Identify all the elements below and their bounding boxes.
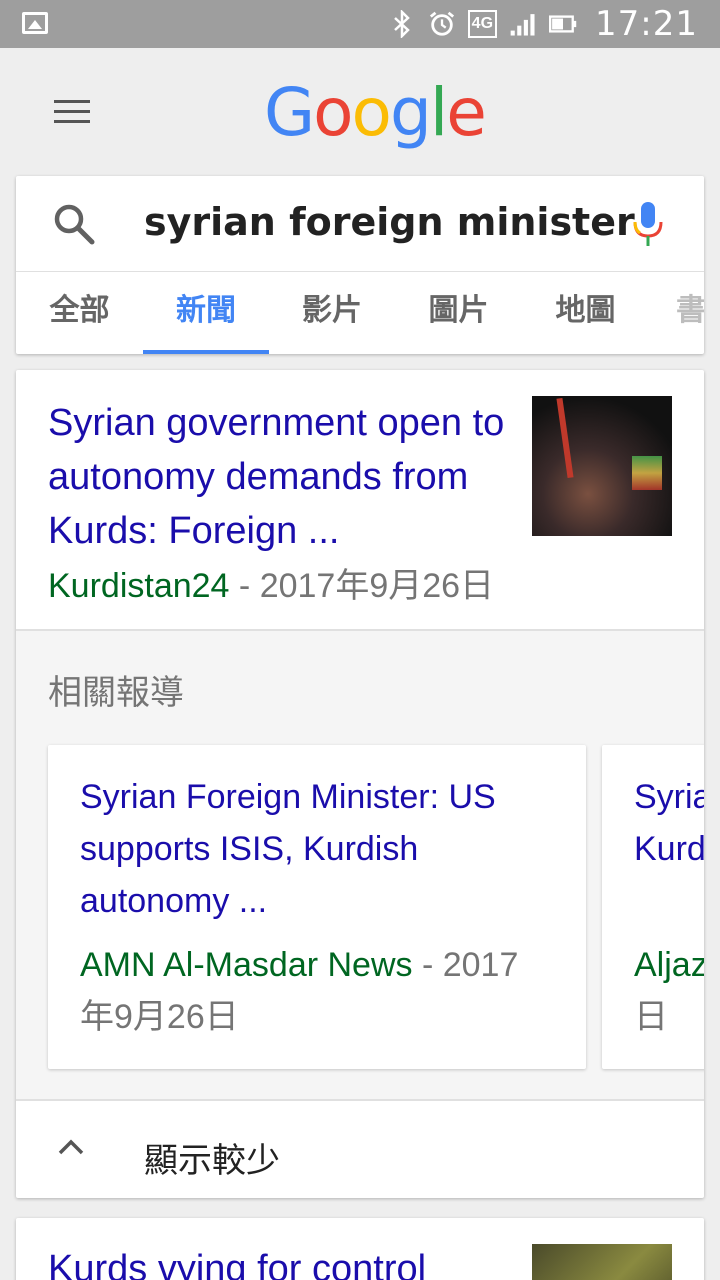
logo-letter: G: [264, 74, 315, 151]
tab-all[interactable]: 全部: [16, 272, 143, 354]
network-4g-icon: 4G: [467, 10, 498, 38]
battery-icon: [549, 10, 577, 38]
google-logo[interactable]: Google: [264, 74, 487, 151]
related-meta: Aljaze 日: [634, 939, 704, 1043]
bluetooth-icon: [388, 10, 416, 38]
search-tabs: 全部 新聞 影片 圖片 地圖 書: [16, 272, 704, 354]
news-result-card: Syrian government open to autonomy deman…: [16, 370, 704, 1198]
news-thumbnail[interactable]: [532, 396, 672, 536]
logo-letter: o: [313, 74, 353, 151]
news-source: Kurdistan24: [48, 567, 230, 605]
related-coverage: 相關報導 Syrian Foreign Minister: US support…: [16, 631, 704, 1101]
related-title[interactable]: Syria Kurds: [634, 771, 704, 875]
chevron-up-icon: [58, 1137, 84, 1157]
app-header: Google: [0, 48, 720, 176]
search-card: syrian foreign minister 全部 新聞 影片 圖片 地圖 書: [16, 176, 704, 354]
logo-letter: e: [446, 74, 487, 151]
related-title[interactable]: Syrian Foreign Minister: US supports ISI…: [80, 771, 550, 927]
meta-separator: -: [229, 567, 260, 605]
tab-images[interactable]: 圖片: [395, 272, 522, 354]
tab-videos[interactable]: 影片: [269, 272, 395, 354]
show-less-button[interactable]: 顯示較少: [16, 1101, 704, 1198]
search-bar[interactable]: syrian foreign minister: [16, 176, 704, 272]
signal-icon: [509, 10, 537, 38]
news-title[interactable]: Syrian government open to autonomy deman…: [48, 396, 518, 558]
tab-books[interactable]: 書: [676, 272, 704, 354]
search-icon[interactable]: [52, 202, 96, 246]
tab-maps[interactable]: 地圖: [522, 272, 649, 354]
show-less-label: 顯示較少: [144, 1142, 280, 1180]
active-tab-indicator: [143, 350, 269, 354]
related-card[interactable]: Syria Kurds Aljaze 日: [602, 745, 704, 1069]
tab-news[interactable]: 新聞: [143, 272, 269, 354]
image-notification-icon: [22, 12, 48, 34]
related-date: 日: [634, 998, 668, 1036]
logo-letter: l: [429, 74, 448, 151]
related-card[interactable]: Syrian Foreign Minister: US supports ISI…: [48, 745, 586, 1069]
news-result-card: Kurds vying for control: [16, 1218, 704, 1280]
related-meta: AMN Al-Masdar News - 2017年9月26日: [80, 939, 550, 1043]
meta-separator: -: [412, 946, 443, 984]
logo-letter: g: [389, 74, 432, 151]
network-type: 4G: [471, 15, 494, 32]
search-input[interactable]: syrian foreign minister: [144, 200, 635, 244]
logo-letter: o: [351, 74, 392, 151]
clock: 17:21: [595, 4, 698, 44]
microphone-icon[interactable]: [632, 200, 664, 248]
alarm-icon: [428, 10, 456, 38]
related-heading: 相關報導: [48, 674, 184, 712]
news-thumbnail[interactable]: [532, 1244, 672, 1280]
hamburger-menu-icon[interactable]: [54, 100, 90, 124]
related-source: Aljaze: [634, 946, 704, 984]
news-meta: Kurdistan24 - 2017年9月26日: [48, 558, 494, 607]
news-title[interactable]: Kurds vying for control: [48, 1242, 518, 1280]
related-source: AMN Al-Masdar News: [80, 946, 413, 984]
top-story[interactable]: Syrian government open to autonomy deman…: [16, 370, 704, 631]
status-bar: 4G 17:21: [0, 0, 720, 48]
news-date: 2017年9月26日: [259, 567, 495, 605]
